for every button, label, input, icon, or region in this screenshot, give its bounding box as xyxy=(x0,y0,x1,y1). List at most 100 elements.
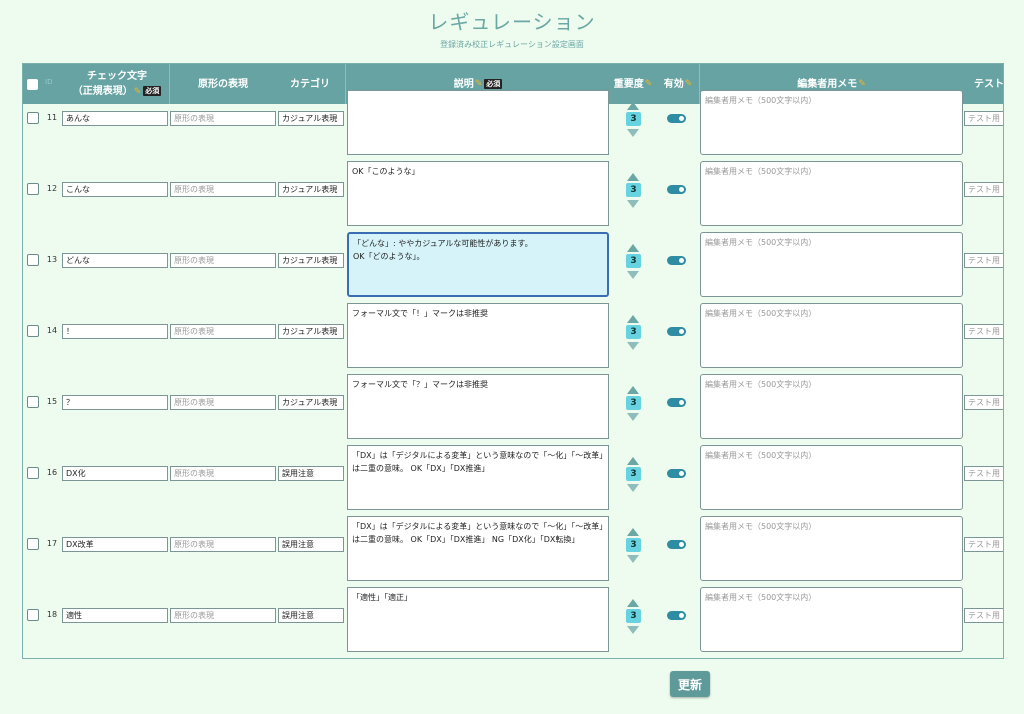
original-form-input[interactable]: 原形の表現 xyxy=(170,608,276,623)
check-text-input[interactable]: DX化 xyxy=(62,466,168,481)
original-form-input[interactable]: 原形の表現 xyxy=(170,111,276,126)
category-select[interactable]: 誤用注意 xyxy=(278,466,344,481)
enabled-toggle[interactable] xyxy=(667,611,686,620)
row-checkbox[interactable] xyxy=(27,538,39,550)
enabled-toggle[interactable] xyxy=(667,398,686,407)
row-checkbox[interactable] xyxy=(27,183,39,195)
header-check-text-line1: チェック文字 xyxy=(87,70,147,82)
row-id: 12 xyxy=(46,184,58,193)
editor-memo-textarea[interactable]: 編集者用メモ（500文字以内） xyxy=(700,90,963,155)
severity-down-arrow-icon[interactable] xyxy=(627,342,639,350)
row-checkbox[interactable] xyxy=(27,325,39,337)
row-id: 14 xyxy=(46,326,58,335)
row-checkbox[interactable] xyxy=(27,396,39,408)
severity-down-arrow-icon[interactable] xyxy=(627,555,639,563)
severity-down-arrow-icon[interactable] xyxy=(627,200,639,208)
description-textarea[interactable] xyxy=(347,90,609,155)
severity-up-arrow-icon[interactable] xyxy=(627,244,639,252)
original-form-input[interactable]: 原形の表現 xyxy=(170,395,276,410)
severity-down-arrow-icon[interactable] xyxy=(627,271,639,279)
editor-memo-textarea[interactable]: 編集者用メモ（500文字以内） xyxy=(700,303,963,368)
test-input[interactable]: テスト用 xyxy=(964,537,1003,552)
row-id: 13 xyxy=(46,255,58,264)
original-form-input[interactable]: 原形の表現 xyxy=(170,537,276,552)
test-input[interactable]: テスト用 xyxy=(964,111,1003,126)
test-input[interactable]: テスト用 xyxy=(964,324,1003,339)
editor-memo-textarea[interactable]: 編集者用メモ（500文字以内） xyxy=(700,658,963,659)
severity-value: 3 xyxy=(626,467,641,481)
table-row: 16 DX化 原形の表現 誤用注意 「DX」は「デジタルによる変革」という意味なので「〜… xyxy=(23,441,1003,512)
description-textarea[interactable]: フォーマル文で「！」マークは非推奨 xyxy=(347,303,609,368)
editor-memo-textarea[interactable]: 編集者用メモ（500文字以内） xyxy=(700,374,963,439)
original-form-input[interactable]: 原形の表現 xyxy=(170,182,276,197)
category-select[interactable]: カジュアル表現 xyxy=(278,253,344,268)
check-text-input[interactable]: あんな xyxy=(62,111,168,126)
table-row: 14 ！原形の表現 カジュアル表現 フォーマル文で「！」マークは非推奨 3 編集者用メモ（… xyxy=(23,299,1003,370)
row-id: 17 xyxy=(46,539,58,548)
enabled-toggle[interactable] xyxy=(667,327,686,336)
check-text-input[interactable]: ？ xyxy=(62,395,168,410)
test-input[interactable]: テスト用 xyxy=(964,466,1003,481)
enabled-toggle[interactable] xyxy=(667,114,686,123)
editor-memo-textarea[interactable]: 編集者用メモ（500文字以内） xyxy=(700,445,963,510)
enabled-toggle[interactable] xyxy=(667,185,686,194)
check-text-input[interactable]: こんな xyxy=(62,182,168,197)
category-select[interactable]: カジュアル表現 xyxy=(278,182,344,197)
test-input[interactable]: テスト用 xyxy=(964,182,1003,197)
original-form-input[interactable]: 原形の表現 xyxy=(170,324,276,339)
severity-up-arrow-icon[interactable] xyxy=(627,599,639,607)
table-row: 18 適性 原形の表現 誤用注意 「適性」「適正」 3 編集者用メモ（500文字以内） テスト… xyxy=(23,583,1003,654)
severity-up-arrow-icon[interactable] xyxy=(627,315,639,323)
description-textarea[interactable]: フォーマル文で「？」マークは非推奨 xyxy=(347,374,609,439)
severity-up-arrow-icon[interactable] xyxy=(627,173,639,181)
category-select[interactable]: 誤用注意 xyxy=(278,537,344,552)
severity-up-arrow-icon[interactable] xyxy=(627,528,639,536)
header-id: ID xyxy=(45,78,53,86)
enabled-toggle[interactable] xyxy=(667,469,686,478)
severity-value: 3 xyxy=(626,254,641,268)
editor-memo-textarea[interactable]: 編集者用メモ（500文字以内） xyxy=(700,516,963,581)
table-row: 12 こんな 原形の表現 カジュアル表現 OK「このような」 3 編集者用メモ（500文字以… xyxy=(23,157,1003,228)
category-select[interactable]: カジュアル表現 xyxy=(278,395,344,410)
severity-down-arrow-icon[interactable] xyxy=(627,484,639,492)
category-select[interactable]: カジュアル表現 xyxy=(278,324,344,339)
description-textarea[interactable]: OK「このような」 xyxy=(347,161,609,226)
check-text-input[interactable]: 適性 xyxy=(62,608,168,623)
original-form-input[interactable]: 原形の表現 xyxy=(170,466,276,481)
category-select[interactable]: 誤用注意 xyxy=(278,608,344,623)
check-text-input[interactable]: DX改革 xyxy=(62,537,168,552)
row-checkbox[interactable] xyxy=(27,467,39,479)
enabled-toggle[interactable] xyxy=(667,256,686,265)
test-input[interactable]: テスト用 xyxy=(964,395,1003,410)
row-id: 15 xyxy=(46,397,58,406)
row-id: 18 xyxy=(46,610,58,619)
editor-memo-textarea[interactable]: 編集者用メモ（500文字以内） xyxy=(700,161,963,226)
severity-down-arrow-icon[interactable] xyxy=(627,129,639,137)
row-checkbox[interactable] xyxy=(27,609,39,621)
description-textarea[interactable]: 「DX」は「デジタルによる変革」という意味なので「〜化」「〜改革」は二重の意味。… xyxy=(347,516,609,581)
table-row: 15 ？原形の表現 カジュアル表現 フォーマル文で「？」マークは非推奨 3 編集者用メモ（… xyxy=(23,370,1003,441)
check-text-input[interactable]: どんな xyxy=(62,253,168,268)
editor-memo-textarea[interactable]: 編集者用メモ（500文字以内） xyxy=(700,232,963,297)
severity-value: 3 xyxy=(626,183,641,197)
description-textarea[interactable]: 「適性」「適正」 xyxy=(347,587,609,652)
test-input[interactable]: テスト用 xyxy=(964,253,1003,268)
description-textarea[interactable]: 「DX」は「デジタルによる変革」という意味なので「〜化」「〜改革」は二重の意味。… xyxy=(347,445,609,510)
check-text-input[interactable]: ！ xyxy=(62,324,168,339)
test-input[interactable]: テスト用 xyxy=(964,608,1003,623)
severity-up-arrow-icon[interactable] xyxy=(627,102,639,110)
row-checkbox[interactable] xyxy=(27,254,39,266)
category-select[interactable]: カジュアル表現 xyxy=(278,111,344,126)
editor-memo-textarea[interactable]: 編集者用メモ（500文字以内） xyxy=(700,587,963,652)
severity-down-arrow-icon[interactable] xyxy=(627,626,639,634)
severity-up-arrow-icon[interactable] xyxy=(627,386,639,394)
row-id: 11 xyxy=(46,113,58,122)
update-button[interactable]: 更新 xyxy=(670,671,710,697)
row-checkbox[interactable] xyxy=(27,112,39,124)
description-textarea[interactable]: 「適性」「適正」 xyxy=(347,658,609,659)
enabled-toggle[interactable] xyxy=(667,540,686,549)
severity-down-arrow-icon[interactable] xyxy=(627,413,639,421)
description-textarea[interactable]: 「どんな」: ややカジュアルな可能性があります。 OK「どのような」。 xyxy=(347,232,609,297)
original-form-input[interactable]: 原形の表現 xyxy=(170,253,276,268)
severity-up-arrow-icon[interactable] xyxy=(627,457,639,465)
